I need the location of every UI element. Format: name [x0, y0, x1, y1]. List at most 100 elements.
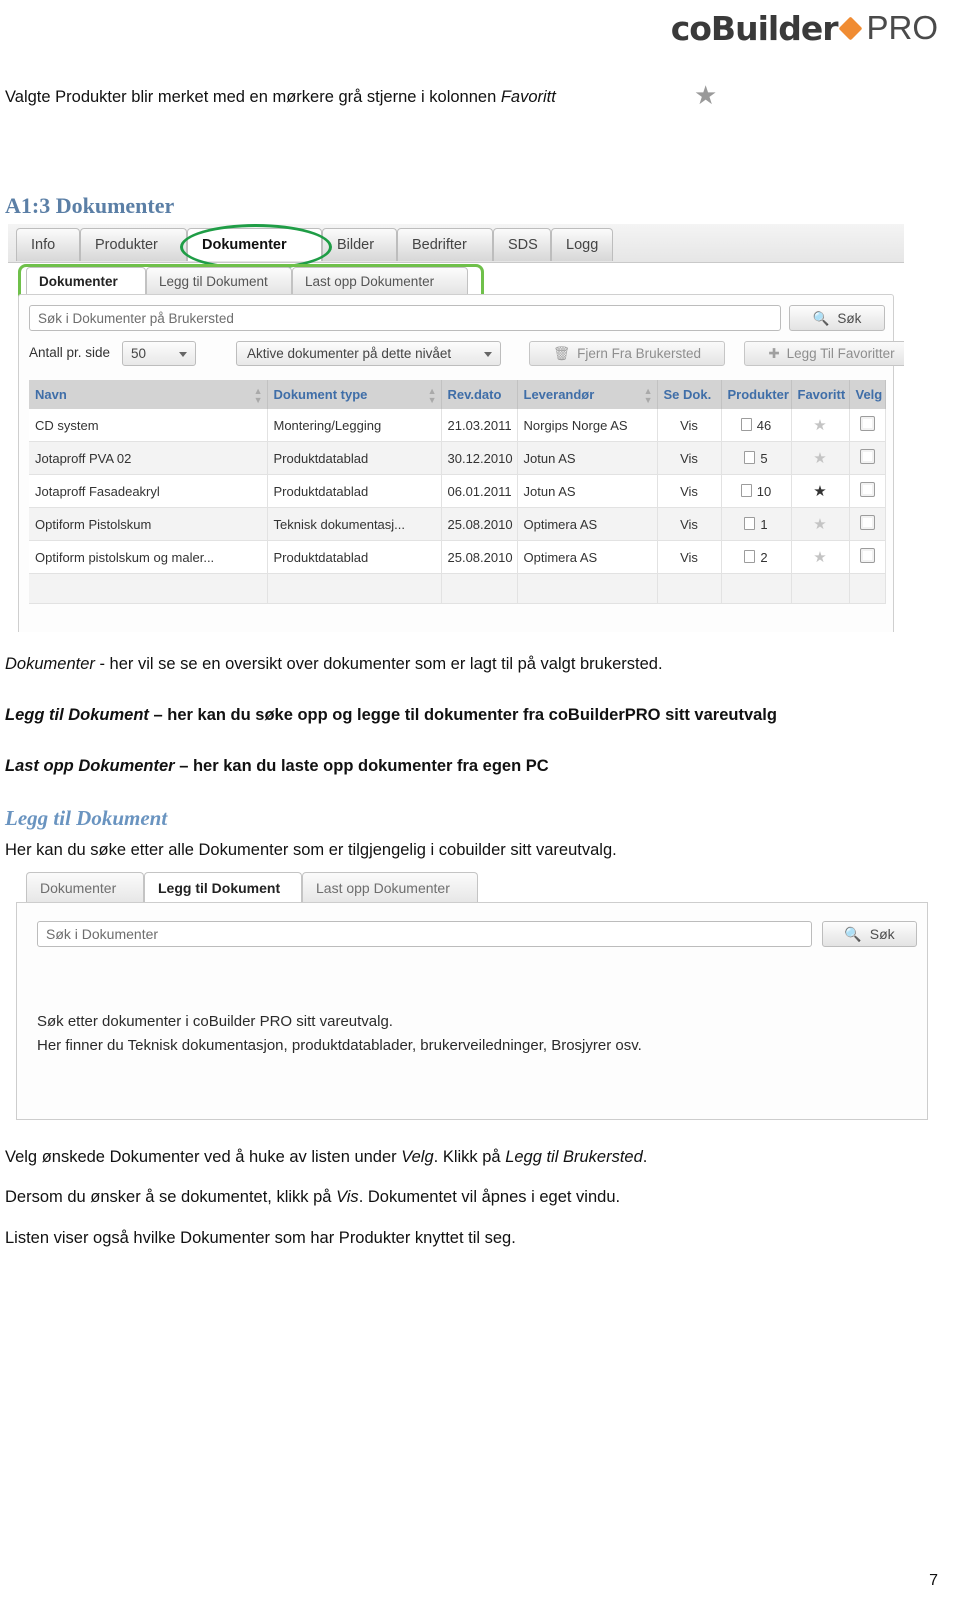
- cell-velg[interactable]: [849, 441, 886, 475]
- cell-se-dok[interactable]: Vis: [657, 507, 722, 541]
- cell-favoritt[interactable]: ★: [791, 409, 850, 442]
- logo-text-cobuilder: coBuilder: [670, 8, 839, 48]
- search-button-label: Søk: [837, 311, 862, 326]
- tab-logg[interactable]: Logg: [551, 228, 613, 261]
- cell-type: Produktdatablad: [267, 441, 442, 475]
- column-header-dokumenttype[interactable]: Dokument type ▲ ▼: [267, 380, 442, 409]
- cell-favoritt[interactable]: ★: [791, 474, 850, 508]
- paragraph-dokumenter: Dokumenter - her vil se se en oversikt o…: [5, 655, 663, 674]
- cell-velg[interactable]: [849, 474, 886, 508]
- search-button[interactable]: 🔍 Søk: [789, 305, 885, 331]
- cell-type: Teknisk dokumentasj...: [267, 507, 442, 541]
- paragraph-text: Velg ønskede Dokumenter ved å huke av li…: [5, 1148, 402, 1166]
- main-tabbar: Info Produkter Dokumenter Bilder Bedrift…: [8, 224, 904, 263]
- table-header-row: Navn ▲ ▼ Dokument type ▲ ▼ Rev.dato Leverand…: [29, 380, 886, 409]
- search-button-label: Søk: [869, 926, 895, 942]
- tab-bilder[interactable]: Bilder: [322, 228, 397, 261]
- cell-se-dok[interactable]: Vis: [657, 409, 722, 442]
- cell-leverandor[interactable]: Optimera AS: [517, 540, 658, 574]
- cell-leverandor: [517, 573, 658, 604]
- produkter-count: 5: [760, 450, 768, 466]
- search-button[interactable]: 🔍 Søk: [822, 921, 917, 947]
- table-row-truncated[interactable]: [29, 573, 886, 604]
- paragraph-velg-onskede: Velg ønskede Dokumenter ved å huke av li…: [5, 1148, 647, 1167]
- column-label: Favoritt: [797, 387, 846, 402]
- tab-sds[interactable]: SDS: [493, 228, 551, 261]
- cell-velg[interactable]: [849, 507, 886, 541]
- cell-type: Produktdatablad: [267, 474, 442, 508]
- star-icon[interactable]: ★: [813, 417, 826, 434]
- remove-from-brukersted-button[interactable]: 🗑 Fjern Fra Brukersted: [529, 341, 725, 366]
- row-checkbox[interactable]: [859, 548, 875, 563]
- cell-navn: [29, 573, 268, 604]
- cell-navn[interactable]: Optiform Pistolskum: [29, 507, 268, 541]
- row-checkbox[interactable]: [859, 449, 875, 464]
- emphasis-last-opp-dokumenter: Last opp Dokumenter: [5, 757, 175, 775]
- cell-leverandor[interactable]: Jotun AS: [517, 474, 658, 508]
- sort-arrows-icon: ▲ ▼: [643, 386, 653, 405]
- star-icon[interactable]: ★: [813, 450, 826, 467]
- per-page-select[interactable]: 50: [122, 341, 196, 366]
- cell-se-dok[interactable]: Vis: [657, 441, 722, 475]
- cell-se-dok[interactable]: Vis: [657, 540, 722, 574]
- star-icon[interactable]: ★: [813, 549, 826, 566]
- star-icon[interactable]: ★: [813, 516, 826, 533]
- column-header-navn[interactable]: Navn ▲ ▼: [29, 380, 268, 409]
- produkter-count: 1: [760, 516, 768, 532]
- table-row[interactable]: Optiform pistolskum og maler... Produktd…: [29, 540, 886, 574]
- paragraph-text: . Dokumentet vil åpnes i eget vindu.: [358, 1188, 621, 1206]
- cell-navn[interactable]: CD system: [29, 409, 268, 442]
- add-to-favorites-button[interactable]: ✚ Legg Til Favoritter: [744, 341, 904, 366]
- column-header-velg: Velg: [849, 380, 886, 409]
- table-row[interactable]: Optiform Pistolskum Teknisk dokumentasj.…: [29, 507, 886, 541]
- tab-info[interactable]: Info: [16, 228, 80, 261]
- cell-favoritt[interactable]: ★: [791, 540, 850, 574]
- tab-produkter[interactable]: Produkter: [80, 228, 187, 261]
- hint-line-2: Her finner du Teknisk dokumentasjon, pro…: [37, 1037, 642, 1054]
- tab-legg-til-dokument[interactable]: Legg til Dokument: [144, 872, 302, 902]
- legg-til-dokument-panel: Søk i Dokumenter 🔍 Søk Søk etter dokument…: [16, 902, 928, 1120]
- star-icon[interactable]: ★: [813, 483, 826, 500]
- column-label: Leverandør: [523, 387, 595, 402]
- cell-leverandor[interactable]: Optimera AS: [517, 507, 658, 541]
- row-checkbox[interactable]: [859, 482, 875, 497]
- column-label: Produkter: [727, 387, 789, 402]
- search-input[interactable]: Søk i Dokumenter på Brukersted: [29, 305, 781, 331]
- paragraph-text: .: [642, 1148, 648, 1166]
- cell-velg[interactable]: [849, 409, 886, 442]
- cell-se-dok: [657, 573, 722, 604]
- hint-line-1: Søk etter dokumenter i coBuilder PRO sit…: [37, 1013, 393, 1030]
- paragraph-text: Dersom du ønsker å se dokumentet, klikk …: [5, 1188, 337, 1206]
- cell-navn[interactable]: Jotaproff Fasadeakryl: [29, 474, 268, 508]
- search-icon: 🔍: [844, 926, 862, 942]
- tab-last-opp-dokumenter[interactable]: Last opp Dokumenter: [302, 872, 478, 902]
- cell-type: Produktdatablad: [267, 540, 442, 574]
- search-row: Søk i Dokumenter på Brukersted 🔍 Søk: [29, 305, 885, 333]
- intro-paragraph: Valgte Produkter blir merket med en mørk…: [5, 88, 960, 107]
- cell-favoritt[interactable]: ★: [791, 441, 850, 475]
- cell-leverandor[interactable]: Jotun AS: [517, 441, 658, 475]
- tab-dokumenter[interactable]: Dokumenter: [26, 872, 144, 902]
- cell-navn[interactable]: Jotaproff PVA 02: [29, 441, 268, 475]
- document-filter-select[interactable]: Aktive dokumenter på dette nivået: [236, 341, 501, 366]
- column-header-leverandor[interactable]: Leverandør ▲ ▼: [517, 380, 658, 409]
- cell-leverandor[interactable]: Norgips Norge AS: [517, 409, 658, 442]
- cell-velg[interactable]: [849, 540, 886, 574]
- cell-navn[interactable]: Optiform pistolskum og maler...: [29, 540, 268, 574]
- cell-favoritt[interactable]: ★: [791, 507, 850, 541]
- cell-produkter: 46: [721, 409, 792, 442]
- column-header-revdato[interactable]: Rev.dato: [441, 380, 518, 409]
- cell-se-dok[interactable]: Vis: [657, 474, 722, 508]
- table-row[interactable]: Jotaproff PVA 02 Produktdatablad 30.12.2…: [29, 441, 886, 475]
- table-row[interactable]: CD system Montering/Legging 21.03.2011 N…: [29, 409, 886, 442]
- page-title: A1:3 Dokumenter: [5, 193, 175, 218]
- table-row[interactable]: Jotaproff Fasadeakryl Produktdatablad 06…: [29, 474, 886, 508]
- logo-diamond-icon: [838, 15, 864, 41]
- search-input[interactable]: Søk i Dokumenter: [37, 921, 812, 947]
- tab-bedrifter[interactable]: Bedrifter: [397, 228, 493, 261]
- paragraph-text: – her kan du laste opp dokumenter fra eg…: [174, 757, 549, 775]
- row-checkbox[interactable]: [859, 515, 875, 530]
- row-checkbox[interactable]: [859, 416, 875, 431]
- document-icon: [740, 417, 752, 431]
- search-icon: 🔍: [812, 311, 830, 326]
